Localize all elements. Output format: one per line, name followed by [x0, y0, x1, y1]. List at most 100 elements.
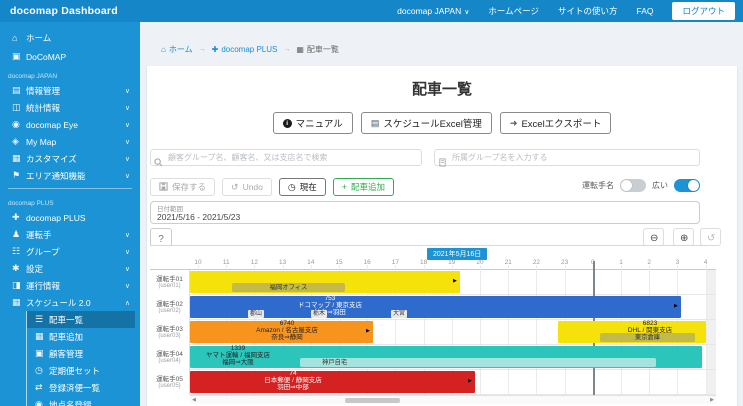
sub-schedule-bar[interactable]: 東京倉庫 — [600, 333, 695, 342]
save-button[interactable]: 保存する — [150, 178, 215, 196]
add-dispatch-button[interactable]: + 配車追加 — [333, 178, 394, 196]
bar-end-arrow-icon: ▶ — [468, 378, 472, 384]
top-link-how-to-use[interactable]: サイトの使い方 — [558, 5, 618, 17]
plus-icon: + — [342, 182, 347, 192]
home-icon: ⌂ — [12, 33, 26, 43]
sub-schedule-bar[interactable]: 神戸自宅 — [300, 358, 656, 367]
scroll-right-icon[interactable]: ▶ — [710, 397, 714, 403]
gantt-row-運転手04: 運転手04(user04)1339ヤマト運輸 / 福岡支店福岡⇒大阪神戸自宅 — [150, 345, 716, 370]
zoom-out-button[interactable]: ⊖ — [643, 228, 664, 246]
sidebar-item-label: ホーム — [26, 32, 130, 44]
docomap-plus-icon: ✚ — [212, 45, 219, 54]
sidebar-item-docomap Eye[interactable]: ◉docomap Eye∨ — [0, 116, 140, 133]
action-button-スケジュールExcel管理[interactable]: ▤スケジュールExcel管理 — [361, 112, 492, 134]
search-icon — [154, 154, 163, 172]
driver-label-cell: 運転手02(user02) — [150, 295, 190, 320]
horizontal-scrollbar[interactable]: ◀ ▶ — [190, 395, 716, 404]
dispatch-bar[interactable] — [190, 321, 373, 343]
dispatch-gantt: 2021年5月16日 10111213141516171819202122230… — [150, 245, 716, 404]
sidebar-section-label: docomap PLUS — [0, 193, 140, 209]
submenu-item-定期便セット[interactable]: ◷定期便セット — [27, 362, 135, 379]
logout-button[interactable]: ログアウト — [672, 2, 735, 20]
customer-search-input[interactable] — [150, 149, 422, 166]
submenu-item-label: 配車一覧 — [49, 314, 125, 326]
clock-icon: ◷ — [288, 182, 296, 193]
submenu-item-label: 顧客管理 — [49, 348, 125, 360]
brand-logo: docomap Dashboard — [10, 5, 118, 17]
scrollbar-thumb[interactable] — [345, 398, 400, 403]
sidebar-item-設定[interactable]: ✱設定∨ — [0, 260, 140, 277]
submenu-item-配車一覧[interactable]: ☰配車一覧 — [27, 311, 135, 328]
driver-icon: ♟ — [12, 229, 26, 240]
driver-name-toggle[interactable] — [620, 179, 646, 192]
sidebar-item-エリア通知機能[interactable]: ⚑エリア通知機能∨ — [0, 167, 140, 184]
chevron-down-icon: ∨ — [125, 87, 130, 95]
breadcrumb-label: ホーム — [169, 44, 193, 55]
breadcrumb-item-docomap PLUS[interactable]: ✚docomap PLUS — [212, 45, 278, 54]
undo-button[interactable]: ↺ Undo — [222, 178, 272, 196]
action-button-label: マニュアル — [296, 116, 343, 130]
regular-set-icon: ◷ — [35, 365, 49, 376]
sidebar-item-スケジュール 2.0[interactable]: ▦スケジュール 2.0∧ — [0, 294, 140, 311]
breadcrumb-separator: → — [199, 46, 206, 53]
registered-list-icon: ⇄ — [35, 382, 49, 393]
date-range-field[interactable]: 日付範囲 2021/5/16 - 2021/5/23 — [150, 201, 700, 224]
breadcrumb-label: 配車一覧 — [307, 44, 339, 55]
scroll-left-icon[interactable]: ◀ — [192, 397, 196, 403]
group-search-input[interactable] — [434, 149, 700, 166]
top-link-homepage[interactable]: ホームページ — [488, 5, 539, 17]
book-icon: ▣ — [12, 51, 26, 62]
zoom-out-icon: ⊖ — [650, 233, 658, 244]
driver-name-toggle-label: 運転手名 — [582, 180, 614, 191]
submenu-item-地点名登録[interactable]: ◉地点名登録 — [27, 396, 135, 406]
sidebar-item-情報管理[interactable]: ▤情報管理∨ — [0, 82, 140, 99]
sidebar-item-グループ[interactable]: ☷グループ∨ — [0, 243, 140, 260]
sidebar-item-カスタマイズ[interactable]: ▦カスタマイズ∨ — [0, 150, 140, 167]
driver-user-id: (user05) — [158, 383, 180, 390]
chevron-down-icon: ∨ — [125, 155, 130, 163]
sidebar-item-docomap PLUS[interactable]: ✚docomap PLUS — [0, 209, 140, 226]
sidebar-item-運転手[interactable]: ♟運転手∨ — [0, 226, 140, 243]
dispatch-bar[interactable] — [190, 371, 475, 393]
driver-user-id: (user02) — [158, 308, 180, 315]
document-icon: ▤ — [371, 118, 380, 129]
info-circle-icon: i — [283, 119, 292, 128]
sub-schedule-bar[interactable]: 福岡オフィス — [232, 283, 345, 292]
gantt-body: 運転手01(user01)▶福岡オフィス運転手02(user02)753ドコマッ… — [150, 270, 716, 395]
sidebar-item-統計情報[interactable]: ◫統計情報∨ — [0, 99, 140, 116]
submenu-item-配車追加[interactable]: ▦配車追加 — [27, 328, 135, 345]
sidebar-item-DoCoMAP[interactable]: ▣DoCoMAP — [0, 47, 140, 66]
reset-zoom-button[interactable]: ↺ — [700, 228, 721, 246]
sidebar-item-運行情報[interactable]: ◨運行情報∨ — [0, 277, 140, 294]
sidebar-item-label: グループ — [26, 246, 125, 258]
schedule-submenu: ☰配車一覧▦配車追加▣顧客管理◷定期便セット⇄登録済便一覧◉地点名登録 — [26, 311, 140, 406]
driver-name: 運転手03 — [156, 326, 183, 333]
sidebar-item-My Map[interactable]: ◈My Map∨ — [0, 133, 140, 150]
wide-toggle[interactable] — [674, 179, 700, 192]
toggle-knob — [688, 180, 699, 191]
action-button-Excelエクスポート[interactable]: ➜Excelエクスポート — [500, 112, 612, 134]
main-card: 配車一覧 iマニュアル▤スケジュールExcel管理➜Excelエクスポート 保存… — [147, 66, 737, 406]
submenu-item-顧客管理[interactable]: ▣顧客管理 — [27, 345, 135, 362]
action-button-row: i マニュアル ▤スケジュールExcel管理 ➜Excelエクスポート — [147, 112, 737, 134]
operation-icon: ◨ — [12, 280, 26, 291]
driver-label-cell: 運転手05(user05) — [150, 370, 190, 395]
submenu-item-登録済便一覧[interactable]: ⇄登録済便一覧 — [27, 379, 135, 396]
info-management-icon: ▤ — [12, 85, 26, 96]
action-button-マニュアル[interactable]: i マニュアル — [273, 112, 353, 134]
driver-label-cell: 運転手01(user01) — [150, 270, 190, 295]
driver-name: 運転手02 — [156, 301, 183, 308]
breadcrumb-item-ホーム[interactable]: ⌂ホーム — [161, 44, 193, 55]
current-time-button[interactable]: ◷ 現在 — [279, 178, 326, 196]
zoom-in-button[interactable]: ⊕ — [673, 228, 694, 246]
driver-user-id: (user03) — [158, 333, 180, 340]
sidebar-item-ホーム[interactable]: ⌂ホーム — [0, 28, 140, 47]
gantt-row-運転手03: 運転手03(user03)6740Amazon / 名古屋支店奈良⇒静岡▶682… — [150, 320, 716, 345]
dispatch-add-icon: ▦ — [35, 331, 49, 342]
dispatch-list-icon: ☰ — [35, 314, 49, 325]
top-link-faq[interactable]: FAQ — [636, 6, 653, 16]
sidebar-item-label: 統計情報 — [26, 102, 125, 114]
submenu-item-label: 定期便セット — [49, 365, 125, 377]
action-button-label: スケジュールExcel管理 — [383, 116, 482, 130]
account-menu[interactable]: docomap JAPAN∨ — [397, 6, 469, 16]
